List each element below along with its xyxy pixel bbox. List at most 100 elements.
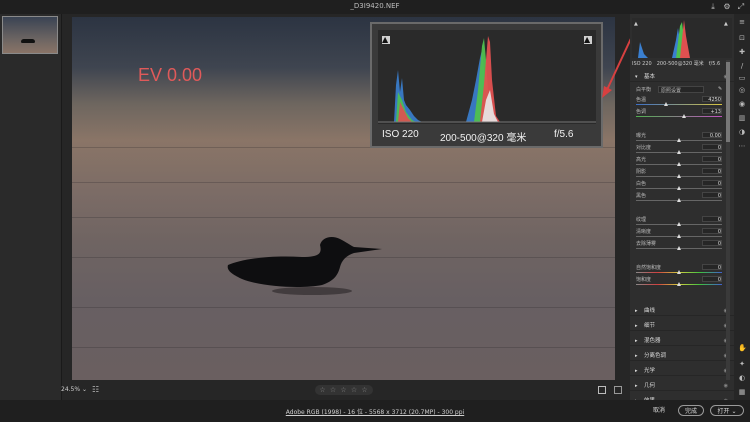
presets-icon[interactable]: ◑ <box>738 128 746 136</box>
chevron-right-icon: ▸ <box>635 353 638 359</box>
overlay-aperture: f/5.6 <box>554 129 574 140</box>
slider-knob[interactable] <box>677 150 681 154</box>
slider-row[interactable]: 对比度 0 <box>630 144 734 156</box>
slider-row[interactable]: 高光 0 <box>630 156 734 168</box>
slider-knob[interactable] <box>664 102 669 106</box>
panel-scrollbar[interactable] <box>726 60 730 380</box>
chevron-right-icon: ▸ <box>635 383 638 389</box>
compare-view-icon[interactable] <box>614 386 622 394</box>
eyedropper-icon[interactable]: ✎ <box>718 86 722 92</box>
gradient-icon[interactable]: ▭ <box>738 74 746 82</box>
slider-row[interactable]: 曝光 0.00 <box>630 132 734 144</box>
slider-value-field[interactable]: 0 <box>702 228 722 235</box>
filmstrip-thumbnail[interactable] <box>2 16 58 54</box>
slider-value-field[interactable]: 0 <box>702 192 722 199</box>
tool-strip: ≡ ⊡ ✚ / ▭ ◎ ◉ ▥ ◑ ⋯ ✋ ✦ ◐ ▦ <box>734 14 750 400</box>
slider-knob[interactable] <box>677 138 681 142</box>
section-header[interactable]: ▸细节◉ <box>630 321 734 331</box>
done-button[interactable]: 完成 <box>678 405 704 416</box>
toggle-overlay-icon[interactable]: ◐ <box>738 374 746 382</box>
section-basic[interactable]: ▾ 基本 ◉ <box>630 72 734 82</box>
slider-row[interactable]: 纹理 0 <box>630 216 734 228</box>
slider-value-field[interactable]: 0 <box>702 216 722 223</box>
slider-knob[interactable] <box>677 246 681 250</box>
slider-row[interactable]: 清晰度 0 <box>630 228 734 240</box>
thumbnail-bird <box>21 39 35 43</box>
slider-value-field[interactable]: 0.00 <box>702 132 722 139</box>
slider-value-field[interactable]: 0 <box>702 240 722 247</box>
edit-tool-icon[interactable]: ≡ <box>738 18 746 26</box>
slider-knob[interactable] <box>677 198 681 202</box>
more-icon[interactable]: ⋯ <box>738 142 746 150</box>
section-header[interactable]: ▸光学◉ <box>630 366 734 376</box>
svg-text:▲: ▲ <box>634 21 638 27</box>
fullscreen-icon[interactable]: ⤢ <box>736 2 746 12</box>
file-info-link[interactable]: Adobe RGB (1998) - 16 位 - 5568 x 3712 (2… <box>0 407 750 416</box>
section-title: 光学 <box>644 368 656 374</box>
slider-row[interactable]: 自然饱和度 0 <box>630 264 734 276</box>
slider-knob[interactable] <box>677 174 681 178</box>
slider-knob[interactable] <box>677 270 681 274</box>
white-balance-row[interactable]: 白平衡 原照设置 ✎ <box>636 86 728 94</box>
gear-icon[interactable]: ⚙ <box>722 2 732 12</box>
histogram-graph <box>378 36 596 123</box>
sampler-icon[interactable]: ✦ <box>738 360 746 368</box>
open-button[interactable]: 打开 ⌄ <box>710 405 744 416</box>
zoom-value: 24.5% <box>61 386 81 393</box>
section-header[interactable]: ▸混色器◉ <box>630 336 734 346</box>
slider-row[interactable]: 阴影 0 <box>630 168 734 180</box>
slider-value-field[interactable]: 0 <box>702 180 722 187</box>
slider-label: 去除薄雾 <box>636 241 657 247</box>
slider-knob[interactable] <box>677 162 681 166</box>
water-ripple <box>72 347 615 348</box>
svg-text:▲: ▲ <box>724 21 728 27</box>
section-header[interactable]: ▸ 几何 ◉ <box>630 381 734 391</box>
save-icon[interactable]: ⤓ <box>708 2 718 12</box>
slider-row[interactable]: 去除薄雾 0 <box>630 240 734 252</box>
filmstrip-toggle-icon[interactable]: ☷ <box>92 386 100 394</box>
zoom-level[interactable]: 24.5% ⌄ <box>61 386 87 393</box>
slider-track[interactable] <box>636 104 722 105</box>
slider-row[interactable]: 饱和度 0 <box>630 276 734 288</box>
slider-knob[interactable] <box>677 282 681 286</box>
hand-icon[interactable]: ✋ <box>738 344 747 352</box>
main-image-preview[interactable]: EV 0.00 ▲ ▲ ISO 220 200-500@320 毫米 f/5.6 <box>72 17 615 380</box>
slider-knob[interactable] <box>677 222 681 226</box>
panel-scrollbar-thumb[interactable] <box>726 62 730 142</box>
slider-value-field[interactable]: 0 <box>702 168 722 175</box>
slider-value-field[interactable]: 0 <box>702 144 722 151</box>
overlay-histogram: ▲ ▲ <box>378 30 596 124</box>
radial-filter-icon[interactable]: ◎ <box>738 86 746 94</box>
slider-row[interactable]: 白色 0 <box>630 180 734 192</box>
slider-value-field[interactable]: 0 <box>702 156 722 163</box>
slider-row[interactable]: 黑色 0 <box>630 192 734 204</box>
section-header[interactable]: ▸分离色调◉ <box>630 351 734 361</box>
water-ripple <box>72 182 615 183</box>
slider-knob[interactable] <box>677 234 681 238</box>
grid-icon[interactable]: ▦ <box>738 388 746 396</box>
slider-row[interactable]: 色调 +13 <box>630 108 734 120</box>
crop-icon[interactable]: ⊡ <box>738 34 746 42</box>
white-balance-select[interactable]: 原照设置 <box>658 86 704 94</box>
slider-value-field[interactable]: +13 <box>702 108 722 115</box>
slider-row[interactable]: 色温 4250 <box>630 96 734 108</box>
slider-value-field[interactable]: 0 <box>702 276 722 283</box>
cancel-button[interactable]: 取消 <box>648 405 670 416</box>
slider-track[interactable] <box>636 116 722 117</box>
before-after-icon[interactable] <box>598 386 606 394</box>
red-eye-icon[interactable]: ◉ <box>738 100 746 108</box>
slider-value-field[interactable]: 4250 <box>702 96 722 103</box>
panel-camera-info: ISO 220 200-500@320 毫米 f/5.6 <box>632 60 732 67</box>
section-header[interactable]: ▸曲线◉ <box>630 306 734 316</box>
slider-label: 曝光 <box>636 133 647 139</box>
star-rating[interactable]: ☆ ☆ ☆ ☆ ☆ <box>315 385 373 395</box>
heal-icon[interactable]: ✚ <box>738 48 746 56</box>
slider-knob[interactable] <box>677 186 681 190</box>
slider-value-field[interactable]: 0 <box>702 264 722 271</box>
loon-silhouette <box>227 237 382 295</box>
snapshots-icon[interactable]: ▥ <box>738 114 746 122</box>
eye-icon[interactable]: ◉ <box>724 381 728 391</box>
brush-icon[interactable]: / <box>738 62 746 70</box>
slider-label: 自然饱和度 <box>636 265 662 271</box>
slider-knob[interactable] <box>682 114 687 118</box>
